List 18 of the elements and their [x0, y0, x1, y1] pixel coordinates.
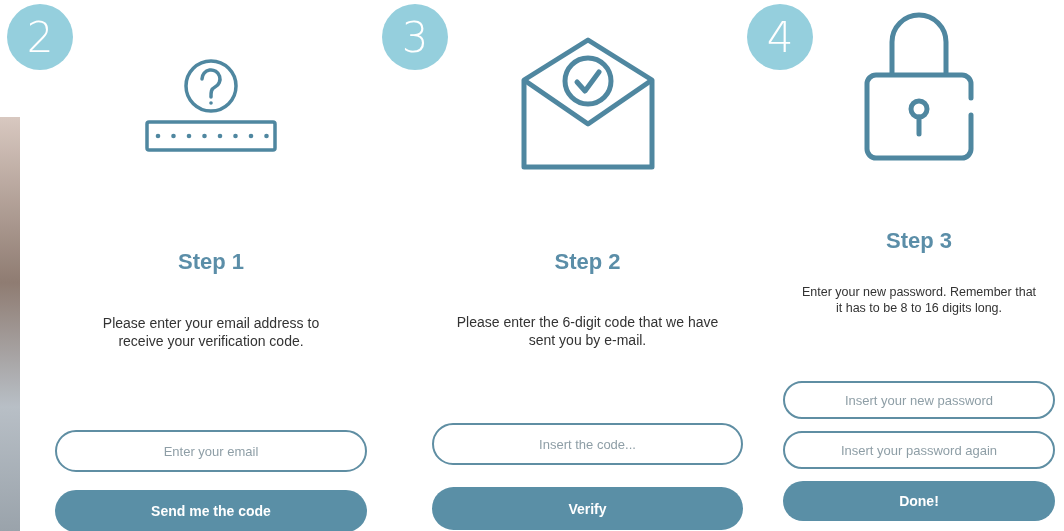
padlock-icon	[862, 10, 976, 162]
step-title: Step 3	[886, 228, 952, 254]
submit-button[interactable]: Send me the code	[55, 490, 367, 531]
step-title: Step 2	[554, 249, 621, 275]
submit-button[interactable]: Verify	[432, 487, 743, 530]
text-field[interactable]: Enter your email	[55, 430, 367, 472]
step-number-badge: 4	[747, 4, 813, 70]
instruction-text: Please enter your email address to receive your verification code.	[101, 314, 321, 351]
step-title: Step 1	[178, 249, 244, 275]
text-field[interactable]: Insert your password again	[783, 431, 1055, 469]
step-number-badge: 3	[382, 4, 448, 70]
instruction-text: Please enter the 6-digit code that we have sent you by e-mail.	[455, 313, 720, 350]
text-field[interactable]: Insert the code...	[432, 423, 743, 465]
submit-button[interactable]: Done!	[783, 481, 1055, 521]
text-field[interactable]: Insert your new password	[783, 381, 1055, 419]
instruction-text: Enter your new password. Remember that it has to be 8 to 16 digits long.	[800, 284, 1038, 317]
envelope-check-icon	[520, 36, 655, 170]
step-number-badge: 2	[7, 4, 73, 70]
